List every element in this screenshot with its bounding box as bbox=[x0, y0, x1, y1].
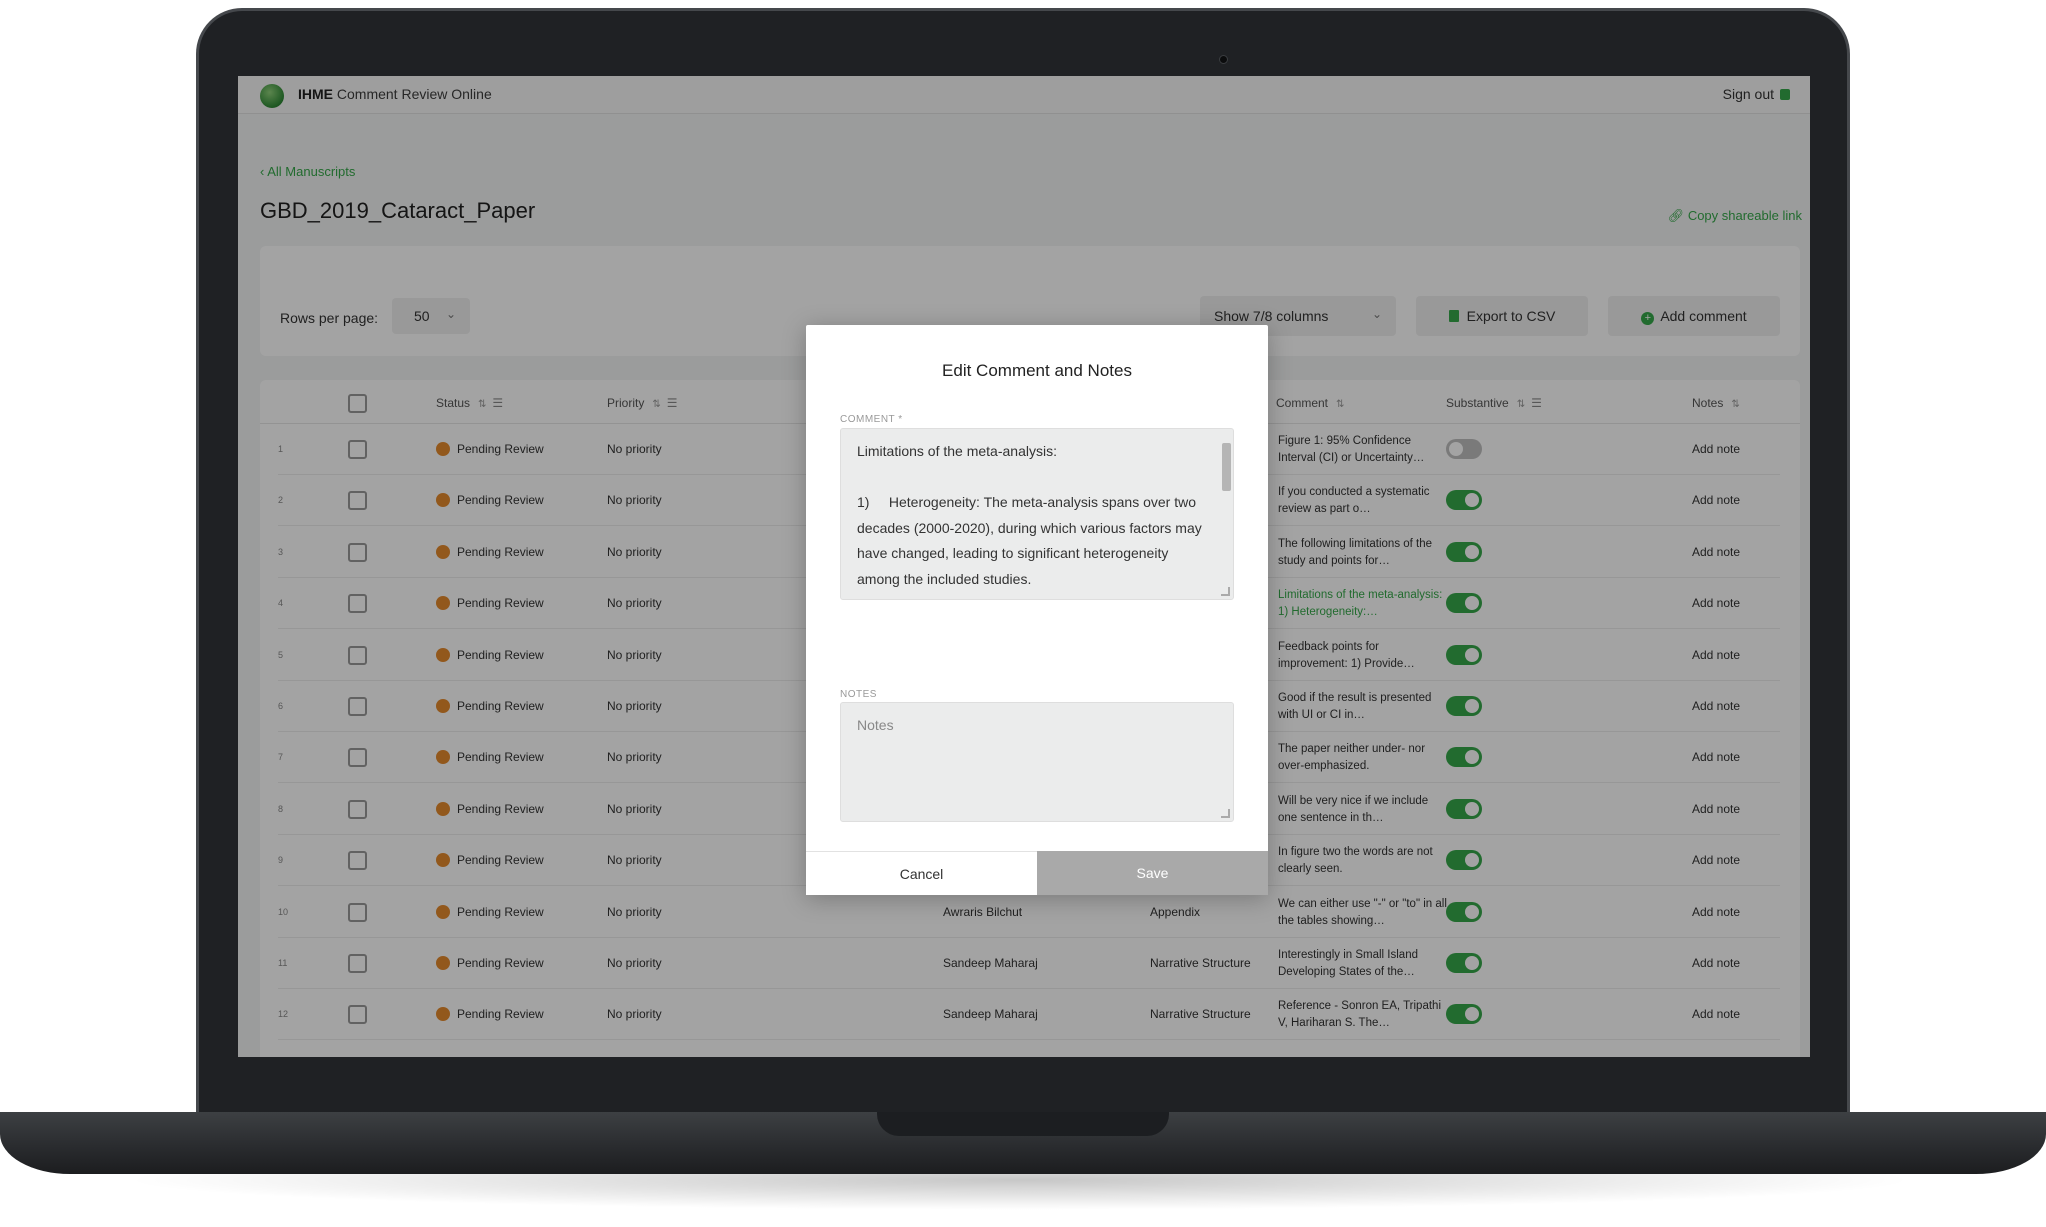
modal-title: Edit Comment and Notes bbox=[942, 361, 1132, 380]
save-button[interactable]: Save bbox=[1037, 851, 1268, 895]
laptop-notch bbox=[877, 1112, 1169, 1136]
comment-field-label: COMMENT * bbox=[840, 414, 903, 425]
camera-dot bbox=[1219, 55, 1228, 64]
resize-handle-icon[interactable] bbox=[1221, 587, 1230, 596]
notes-field-label: NOTES bbox=[840, 689, 877, 700]
laptop-mockup: IHME Comment Review Online Sign out ‹ Al… bbox=[0, 0, 2046, 1227]
edit-comment-modal: Edit Comment and Notes COMMENT * Limitat… bbox=[806, 325, 1268, 895]
resize-handle-icon[interactable] bbox=[1221, 809, 1230, 818]
app-screen: IHME Comment Review Online Sign out ‹ Al… bbox=[238, 76, 1810, 1057]
cancel-button[interactable]: Cancel bbox=[806, 851, 1037, 895]
notes-textarea[interactable]: Notes bbox=[840, 702, 1234, 822]
comment-text: Limitations of the meta-analysis: 1) Het… bbox=[857, 443, 1202, 587]
scrollbar-thumb[interactable] bbox=[1222, 443, 1231, 491]
notes-placeholder: Notes bbox=[857, 717, 894, 733]
comment-textarea[interactable]: Limitations of the meta-analysis: 1) Het… bbox=[840, 428, 1234, 600]
